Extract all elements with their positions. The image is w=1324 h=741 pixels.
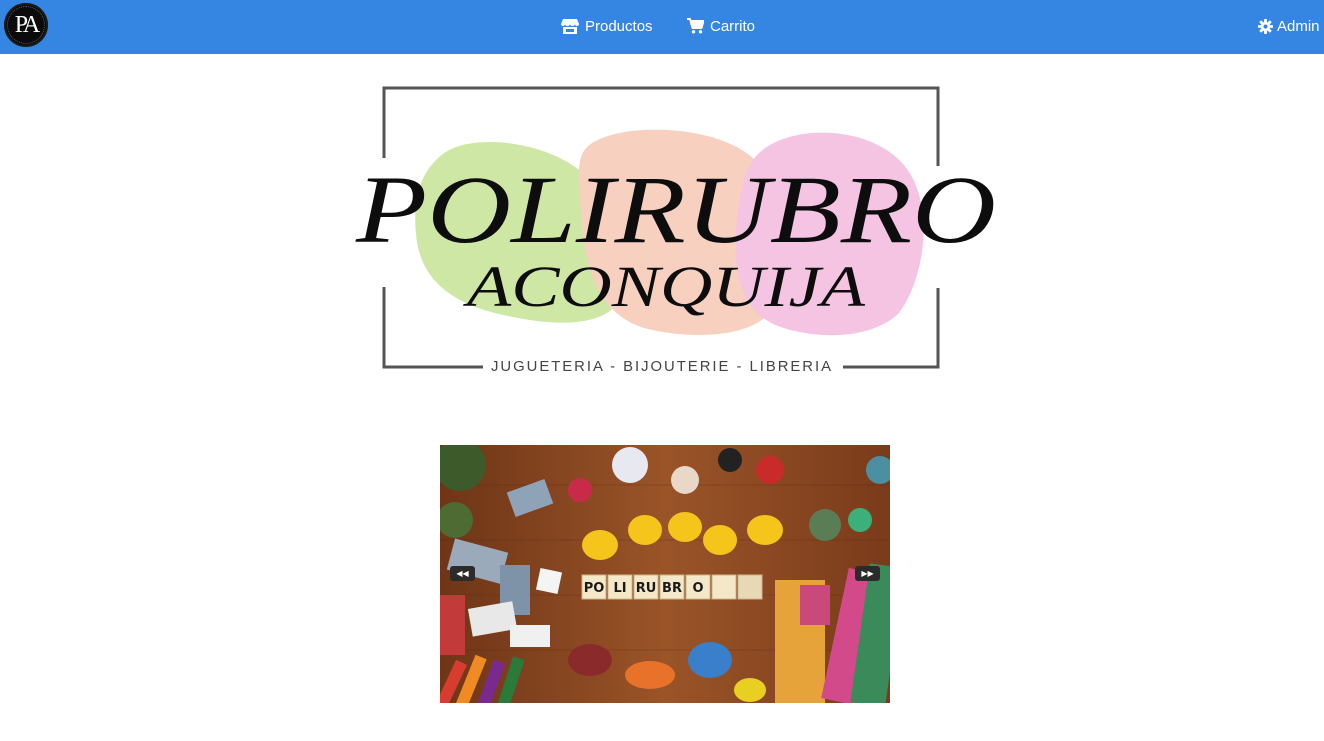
tile-letter: BR <box>662 581 682 596</box>
logo-tagline: JUGUETERIA - BIJOUTERIE - LIBRERIA <box>491 358 833 374</box>
carousel-next-button[interactable]: ▶▶ <box>855 566 880 581</box>
brand-logo-avatar[interactable]: PA <box>4 3 48 47</box>
logo-artwork: POLIRUBRO ACONQUIJA JUGUETERIA - BIJOUTE… <box>355 86 996 380</box>
nav-link-carrito[interactable]: Carrito <box>687 15 755 37</box>
tile-letter: PO <box>584 581 605 596</box>
tile-letter: LI <box>613 581 626 596</box>
avatar-ring <box>7 6 45 44</box>
carousel-prev-button[interactable]: ◀◀ <box>450 566 475 581</box>
store-icon <box>561 18 579 34</box>
scrabble-tiles: PO LI RU BR O <box>581 574 763 600</box>
logo-title: POLIRUBRO <box>355 156 996 263</box>
gear-icon <box>1258 18 1273 34</box>
tile-letter: RU <box>636 581 657 596</box>
nav-link-label: Productos <box>585 17 653 35</box>
image-carousel[interactable]: PO LI RU BR O ◀◀ ▶▶ <box>440 445 890 703</box>
logo-subtitle: ACONQUIJA <box>462 254 866 319</box>
nav-link-productos[interactable]: Productos <box>561 15 653 37</box>
nav-link-admin[interactable]: Admin <box>1258 15 1320 37</box>
tile-letter: O <box>692 581 703 596</box>
fast-forward-icon: ▶▶ <box>861 569 874 578</box>
cart-icon <box>687 18 704 34</box>
top-navbar: PA Productos Carrito Admin <box>0 0 1324 54</box>
hero-logo: POLIRUBRO ACONQUIJA JUGUETERIA - BIJOUTE… <box>348 84 1004 380</box>
nav-link-label: Admin <box>1277 17 1320 35</box>
rewind-icon: ◀◀ <box>456 569 469 578</box>
nav-link-label: Carrito <box>710 17 756 35</box>
carousel-slide-image: PO LI RU BR O <box>440 445 890 703</box>
